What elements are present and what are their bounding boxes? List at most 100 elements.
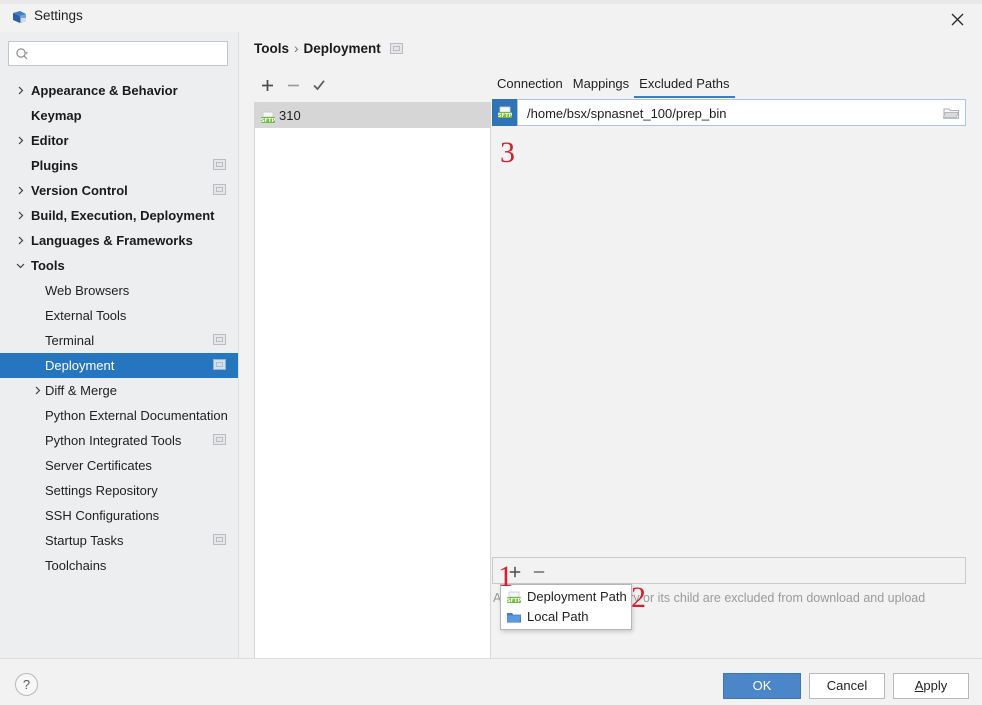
- sidebar-item-settings-repository[interactable]: Settings Repository: [0, 478, 238, 503]
- sidebar-item-label: Languages & Frameworks: [31, 228, 193, 253]
- sidebar-item-label: Web Browsers: [45, 278, 129, 303]
- search-icon: [15, 47, 29, 61]
- settings-sync-badge-icon: [213, 184, 226, 195]
- settings-sync-badge-icon: [213, 159, 226, 170]
- sidebar-item-diff-merge[interactable]: Diff & Merge: [0, 378, 238, 403]
- sidebar-item-python-integrated-tools[interactable]: Python Integrated Tools: [0, 428, 238, 453]
- chevron-right-icon[interactable]: [14, 178, 26, 203]
- sidebar-item-deployment[interactable]: Deployment: [0, 353, 238, 378]
- settings-sync-badge-icon: [390, 43, 403, 54]
- sidebar-item-label: Terminal: [45, 328, 94, 353]
- sidebar-item-keymap[interactable]: Keymap: [0, 103, 238, 128]
- sidebar-item-label: Plugins: [31, 153, 78, 178]
- close-icon[interactable]: [938, 6, 976, 32]
- help-button[interactable]: ?: [15, 673, 38, 696]
- svg-text:SFTP: SFTP: [261, 118, 276, 124]
- tab-excluded-paths[interactable]: Excluded Paths: [634, 72, 734, 98]
- excluded-paths-panel: SFTP: [492, 99, 966, 672]
- breadcrumb-root[interactable]: Tools: [254, 41, 289, 56]
- menu-item-local-path[interactable]: Local Path: [501, 607, 631, 627]
- sidebar-item-server-certificates[interactable]: Server Certificates: [0, 453, 238, 478]
- folder-blue-icon: [506, 610, 522, 625]
- chevron-right-icon[interactable]: [14, 203, 26, 228]
- chevron-right-icon[interactable]: [14, 78, 26, 103]
- sidebar-item-label: Diff & Merge: [45, 378, 117, 403]
- sidebar-item-terminal[interactable]: Terminal: [0, 328, 238, 353]
- dialog-button-bar: ? OK Cancel Apply: [0, 658, 982, 705]
- sftp-server-icon: SFTP: [492, 99, 517, 126]
- apply-button[interactable]: Apply: [893, 673, 969, 699]
- cancel-button[interactable]: Cancel: [809, 673, 885, 699]
- sidebar-item-ssh-configurations[interactable]: SSH Configurations: [0, 503, 238, 528]
- settings-tree: Appearance & BehaviorKeymapEditorPlugins…: [0, 78, 238, 658]
- sidebar-item-label: Editor: [31, 128, 69, 153]
- remove-excluded-path-button[interactable]: [526, 559, 552, 585]
- deployment-content-pane: Tools›Deployment SFTP310: [239, 32, 982, 658]
- path-type-popup-menu: SFTP Deployment Path Local Path: [500, 584, 632, 630]
- deployment-tabs: ConnectionMappingsExcluded Paths: [492, 72, 966, 98]
- plus-icon[interactable]: [254, 72, 280, 98]
- deployment-settings-pane: ConnectionMappingsExcluded Paths SFTP: [492, 72, 966, 672]
- sidebar-item-label: Tools: [31, 253, 65, 278]
- tab-mappings[interactable]: Mappings: [568, 72, 634, 97]
- breadcrumb-current: Deployment: [304, 41, 381, 56]
- excluded-path-input[interactable]: [525, 100, 929, 127]
- check-icon[interactable]: [306, 72, 332, 98]
- add-excluded-path-button[interactable]: [502, 559, 528, 585]
- ok-button[interactable]: OK: [723, 673, 801, 699]
- sidebar-item-languages-frameworks[interactable]: Languages & Frameworks: [0, 228, 238, 253]
- folder-icon[interactable]: [942, 105, 960, 121]
- settings-sync-badge-icon: [213, 534, 226, 545]
- tab-connection[interactable]: Connection: [492, 72, 568, 97]
- sidebar-item-label: Settings Repository: [45, 478, 158, 503]
- sidebar-item-toolchains[interactable]: Toolchains: [0, 553, 238, 578]
- server-list-row[interactable]: SFTP310: [255, 103, 490, 128]
- sidebar-item-label: Python External Documentation: [45, 403, 228, 428]
- sftp-server-icon: SFTP: [260, 108, 276, 123]
- sidebar-item-label: Server Certificates: [45, 453, 152, 478]
- server-list: SFTP310: [254, 102, 491, 672]
- sidebar-item-label: Appearance & Behavior: [31, 78, 178, 103]
- svg-text:SFTP: SFTP: [507, 598, 522, 604]
- chevron-down-icon[interactable]: [14, 253, 26, 278]
- search-box[interactable]: [8, 41, 228, 66]
- sidebar-item-appearance-behavior[interactable]: Appearance & Behavior: [0, 78, 238, 103]
- chevron-right-icon[interactable]: [14, 228, 26, 253]
- server-name: 310: [279, 108, 301, 123]
- dialog-titlebar: Settings: [0, 4, 982, 32]
- dialog-title: Settings: [34, 8, 83, 23]
- sidebar-item-label: SSH Configurations: [45, 503, 159, 528]
- chevron-right-icon[interactable]: [31, 378, 43, 403]
- sidebar-item-tools[interactable]: Tools: [0, 253, 238, 278]
- excluded-paths-toolbar: [492, 557, 966, 584]
- menu-item-label: Deployment Path: [527, 589, 627, 604]
- excluded-path-field[interactable]: [517, 99, 966, 126]
- excluded-paths-list[interactable]: [492, 126, 966, 557]
- excluded-path-row: SFTP: [492, 99, 966, 126]
- sidebar-item-label: Keymap: [31, 103, 82, 128]
- svg-text:SFTP: SFTP: [497, 113, 512, 119]
- sidebar-item-version-control[interactable]: Version Control: [0, 178, 238, 203]
- sidebar-item-label: Python Integrated Tools: [45, 428, 181, 453]
- sidebar-item-python-external-documentation[interactable]: Python External Documentation: [0, 403, 238, 428]
- sidebar-item-label: Build, Execution, Deployment: [31, 203, 214, 228]
- sidebar-item-web-browsers[interactable]: Web Browsers: [0, 278, 238, 303]
- menu-item-deployment-path[interactable]: SFTP Deployment Path: [501, 587, 631, 607]
- breadcrumb: Tools›Deployment: [254, 41, 381, 56]
- sidebar-item-label: Version Control: [31, 178, 128, 203]
- chevron-right-icon[interactable]: [14, 128, 26, 153]
- server-list-toolbar: [254, 72, 492, 100]
- settings-dialog: Settings Reset Appearance & BehaviorKeym…: [0, 4, 982, 704]
- search-input[interactable]: [35, 42, 225, 67]
- settings-sidebar: Appearance & BehaviorKeymapEditorPlugins…: [0, 32, 239, 658]
- sidebar-item-external-tools[interactable]: External Tools: [0, 303, 238, 328]
- sidebar-item-plugins[interactable]: Plugins: [0, 153, 238, 178]
- settings-sync-badge-icon: [213, 434, 226, 445]
- sidebar-item-build-execution-deployment[interactable]: Build, Execution, Deployment: [0, 203, 238, 228]
- sidebar-item-startup-tasks[interactable]: Startup Tasks: [0, 528, 238, 553]
- minus-icon[interactable]: [280, 72, 306, 98]
- settings-sync-badge-icon: [213, 334, 226, 345]
- sidebar-item-label: Toolchains: [45, 553, 106, 578]
- pycharm-icon: [12, 10, 28, 26]
- sidebar-item-editor[interactable]: Editor: [0, 128, 238, 153]
